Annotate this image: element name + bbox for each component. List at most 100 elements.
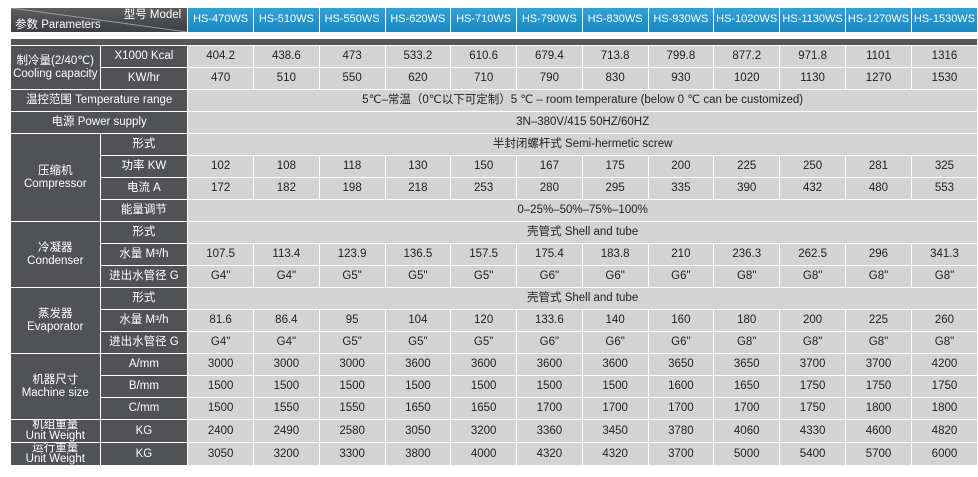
model-header-cell: HS-930WS [648, 8, 714, 32]
evaporator-type-row: 蒸发器 Evaporator 形式 壳管式 Shell and tube [11, 288, 977, 353]
size-b-cell: 1650 [714, 376, 780, 397]
evaporator-water-cell: 133.6 [517, 310, 582, 331]
compressor-power-cell: 130 [385, 156, 451, 177]
compressor-capacity-row: 能量调节 0–25%–50%–75%–100% [11, 200, 977, 221]
unit-weight-cell: 4330 [780, 420, 846, 442]
condenser-pipe-cell: G6" [648, 266, 714, 287]
evaporator-water-cell: 160 [648, 310, 714, 331]
cooling-kw-cell: 1530 [911, 68, 977, 89]
machine-size-label: 机器尺寸 Machine size [11, 354, 100, 419]
cooling-kcal-cell: 533.2 [385, 46, 451, 67]
cooling-kcal-cell: 799.8 [648, 46, 714, 67]
unit-weight-cell: 2580 [319, 420, 385, 442]
unit-weight-label: 机组重量 Unit Weight [11, 420, 100, 442]
header-corner-cell: 型号 Model 参数 Parameters [11, 8, 188, 32]
capacity-control-label: 能量调节 [100, 200, 188, 221]
evaporator-water-label: 水量 M³/h [100, 310, 188, 331]
size-c-cell: 1500 [188, 398, 253, 419]
cooling-kw-cell: 620 [385, 68, 451, 89]
temperature-range-label: 温控范围 Temperature range [11, 90, 188, 111]
cooling-kcal-cell: 610.6 [451, 46, 516, 67]
cooling-kcal-cell: 971.8 [780, 46, 846, 67]
evaporator-water-cell: 86.4 [254, 310, 319, 331]
condenser-water-cell: 341.3 [911, 244, 977, 265]
model-header-cell: HS-830WS [582, 8, 648, 32]
temperature-range-value: 5℃–常温（0℃以下可定制）5 ℃ – room temperature (be… [188, 90, 977, 111]
cooling-kw-cell: 470 [188, 68, 253, 89]
condenser-pipe-cell: G6" [517, 266, 582, 287]
capacity-control-value: 0–25%–50%–75%–100% [188, 200, 977, 221]
condenser-water-label: 水量 M³/h [100, 244, 188, 265]
size-b-label: B/mm [100, 376, 188, 397]
header-row: 型号 Model 参数 Parameters HS-470WS HS-510WS HS-… [11, 8, 977, 32]
condenser-water-cell: 210 [648, 244, 714, 265]
evaporator-pipe-cell: G8" [911, 332, 977, 353]
operating-weight-cell: 4320 [517, 442, 582, 465]
condenser-type-label: 形式 [100, 222, 188, 243]
condenser-pipe-cell: G8" [911, 266, 977, 287]
compressor-current-cell: 280 [517, 178, 582, 199]
condenser-pipe-cell: G8" [846, 266, 911, 287]
operating-weight-cell: 4000 [451, 442, 516, 465]
compressor-current-cell: 182 [254, 178, 319, 199]
size-b-cell: 1500 [254, 376, 319, 397]
power-supply-value: 3N–380V/415 50HZ/60HZ [188, 112, 977, 133]
compressor-current-cell: 218 [385, 178, 451, 199]
cooling-kcal-cell: 713.8 [582, 46, 648, 67]
model-header-cell: HS-510WS [254, 8, 319, 32]
condenser-water-cell: 157.5 [451, 244, 516, 265]
evaporator-water-cell: 200 [780, 310, 846, 331]
compressor-current-cell: 172 [188, 178, 253, 199]
size-c-cell: 1800 [846, 398, 911, 419]
evaporator-pipe-cell: G8" [714, 332, 780, 353]
compressor-power-cell: 175 [582, 156, 648, 177]
size-a-cell: 3600 [385, 354, 451, 375]
operating-weight-cell: 5400 [780, 442, 846, 465]
divider-bar [11, 39, 977, 45]
size-c-cell: 1700 [517, 398, 582, 419]
evaporator-pipe-cell: G8" [780, 332, 846, 353]
unit-weight-cell: 3360 [517, 420, 582, 442]
size-c-cell: 1550 [319, 398, 385, 419]
condenser-type-value: 壳管式 Shell and tube [188, 222, 977, 243]
size-b-cell: 1750 [911, 376, 977, 397]
size-a-label: A/mm [100, 354, 188, 375]
condenser-label: 冷凝器 Condenser [11, 222, 100, 287]
condenser-pipe-cell: G4" [188, 266, 253, 287]
size-a-row: 机器尺寸 Machine size A/mm 3000 3000 3000 3600 360… [11, 354, 977, 419]
condenser-pipe-cell: G4" [254, 266, 319, 287]
size-b-cell: 1750 [780, 376, 846, 397]
unit-weight-kg-label: KG [100, 420, 188, 442]
condenser-pipe-cell: G8" [780, 266, 846, 287]
cooling-kw-cell: 550 [319, 68, 385, 89]
compressor-current-cell: 390 [714, 178, 780, 199]
cooling-kcal-cell: 1101 [846, 46, 911, 67]
compressor-type-label: 形式 [100, 134, 188, 155]
size-c-cell: 1550 [254, 398, 319, 419]
condenser-type-row: 冷凝器 Condenser 形式 壳管式 Shell and tube [11, 222, 977, 287]
evaporator-water-cell: 81.6 [188, 310, 253, 331]
unit-weight-cell: 2490 [254, 420, 319, 442]
size-c-cell: 1750 [780, 398, 846, 419]
size-c-cell: 1650 [385, 398, 451, 419]
model-header-cell: HS-550WS [319, 8, 385, 32]
compressor-power-cell: 118 [319, 156, 385, 177]
evaporator-pipe-cell: G6" [582, 332, 648, 353]
model-header-cell: HS-1130WS [780, 8, 846, 32]
compressor-power-cell: 150 [451, 156, 516, 177]
cooling-kw-cell: 1270 [846, 68, 911, 89]
evaporator-pipe-cell: G5" [451, 332, 516, 353]
unit-weight-cell: 2400 [188, 420, 253, 442]
condenser-pipe-label: 进出水管径 G [100, 266, 188, 287]
size-b-cell: 1500 [451, 376, 516, 397]
cooling-kw-cell: 710 [451, 68, 516, 89]
condenser-water-row: 水量 M³/h 107.5 113.4 123.9 136.5 157.5 175.4 183… [11, 244, 977, 265]
size-a-cell: 3650 [648, 354, 714, 375]
model-label: 型号 Model [123, 9, 182, 21]
compressor-current-cell: 253 [451, 178, 516, 199]
size-a-cell: 3000 [319, 354, 385, 375]
size-b-cell: 1750 [846, 376, 911, 397]
operating-weight-cell: 4320 [582, 442, 648, 465]
cooling-kcal-cell: 877.2 [714, 46, 780, 67]
condenser-water-cell: 175.4 [517, 244, 582, 265]
